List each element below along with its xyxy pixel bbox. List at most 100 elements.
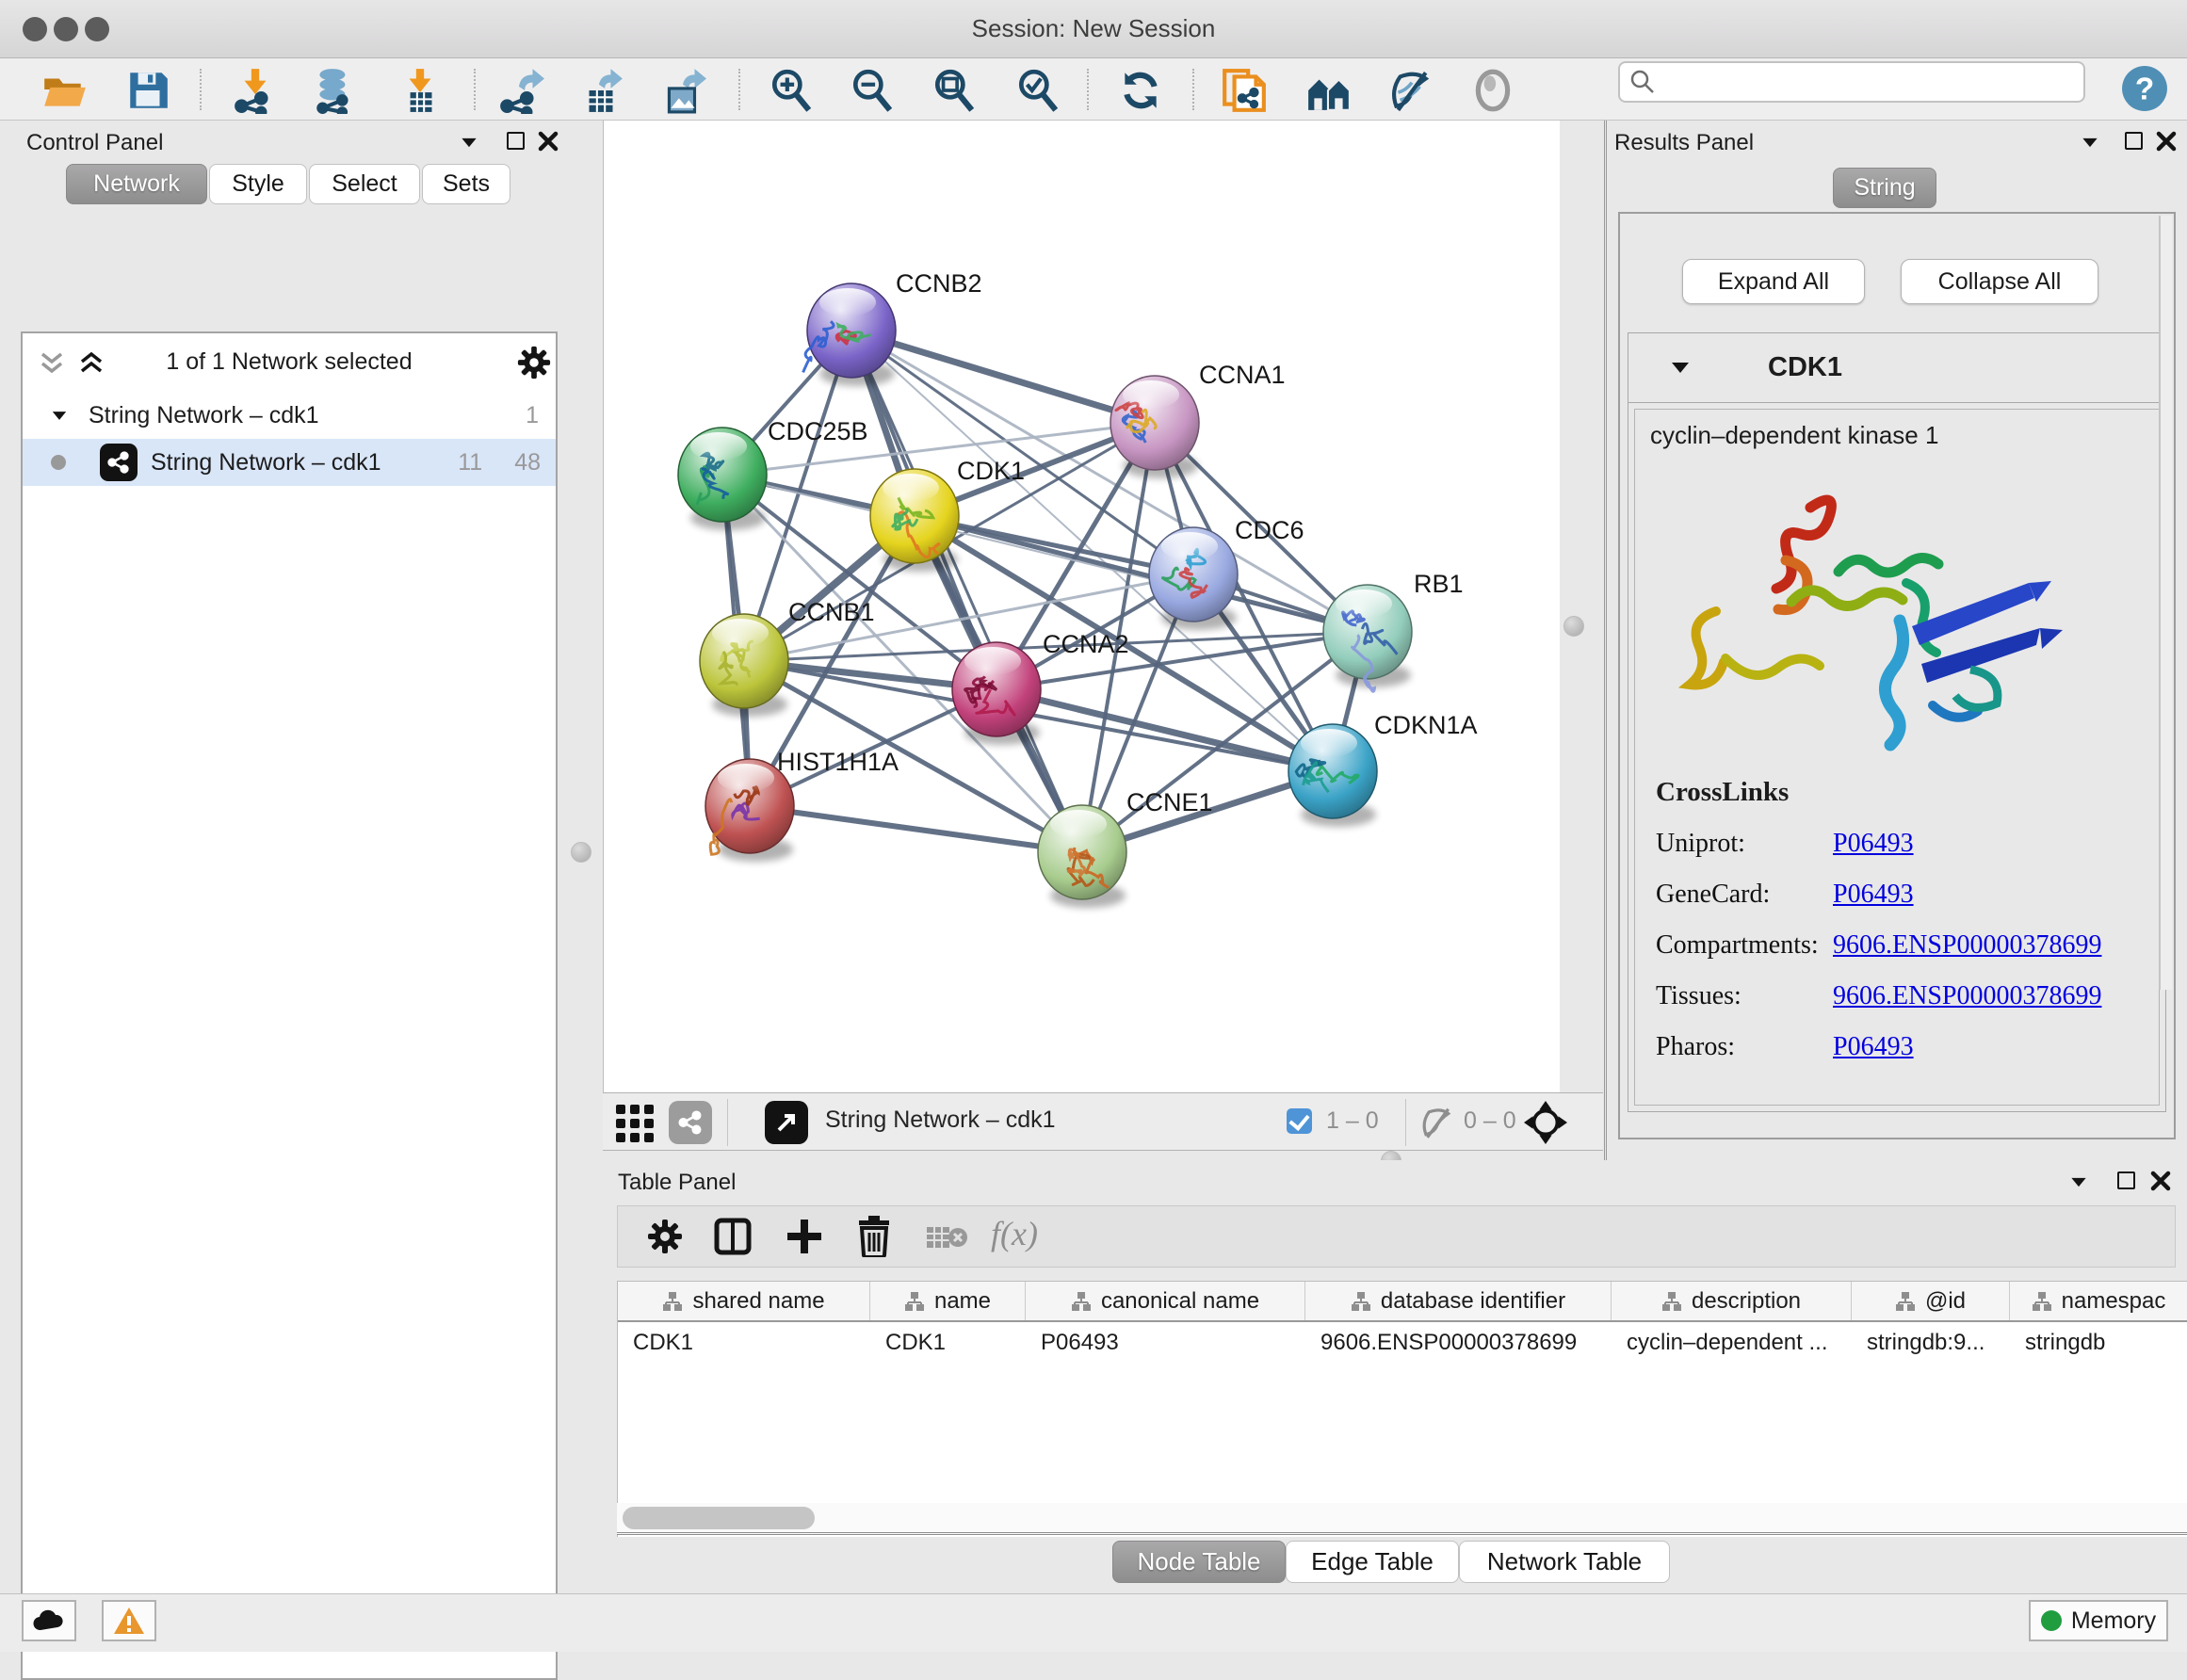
tab-node-table[interactable]: Node Table [1112,1541,1286,1583]
pharos-link[interactable]: P06493 [1833,1032,1914,1062]
tab-select[interactable]: Select [309,164,420,204]
import-network-database-icon[interactable] [311,67,358,114]
refresh-icon[interactable] [1117,67,1164,114]
detach-view-icon[interactable] [765,1101,808,1144]
zoom-in-icon[interactable] [768,67,815,114]
cdk1-section-header[interactable]: CDK1 [1628,333,2165,403]
network-node[interactable]: CDC6 [1149,516,1304,630]
open-session-icon[interactable] [40,67,88,114]
column-header[interactable]: database identifier [1305,1282,1612,1320]
import-table-file-icon[interactable] [397,67,444,114]
clone-network-icon[interactable] [1221,67,1268,114]
function-builder-button[interactable]: f(x) [991,1214,1038,1253]
scrollbar-thumb[interactable] [623,1507,815,1529]
network-node[interactable]: CCNE1 [1038,788,1213,908]
uniprot-link[interactable]: P06493 [1833,829,1914,859]
panel-collapse-icon[interactable] [2071,1178,2085,1187]
zoom-out-icon[interactable] [849,67,896,114]
tab-network-table[interactable]: Network Table [1459,1541,1670,1583]
network-node[interactable]: HIST1H1A [705,748,899,862]
panel-collapse-icon[interactable] [462,138,476,147]
table-cell[interactable]: CDK1 [618,1322,870,1364]
birds-eye-view-icon[interactable] [1524,1101,1567,1144]
table-cell[interactable]: cyclin–dependent ... [1612,1322,1852,1364]
network-collection-row[interactable]: String Network – cdk1 1 [23,392,556,439]
table-cell[interactable]: CDK1 [870,1322,1026,1364]
tree-expand-icon[interactable] [53,412,66,420]
preview-eye-icon[interactable] [1469,67,1516,114]
export-image-icon[interactable] [659,67,706,114]
zoom-selected-icon[interactable] [1014,67,1061,114]
panel-close-icon[interactable] [537,130,559,153]
column-header[interactable]: name [870,1282,1026,1320]
selected-count-checkbox-icon[interactable] [1287,1108,1312,1134]
section-collapse-icon[interactable] [1672,363,1689,373]
tab-network[interactable]: Network [66,164,207,204]
network-edge[interactable] [851,331,1155,423]
network-node[interactable]: RB1 [1323,570,1464,691]
tab-string[interactable]: String [1833,168,1936,208]
add-column-icon[interactable] [786,1218,823,1255]
network-type-share-icon[interactable] [669,1101,712,1144]
string-network-graph[interactable]: CCNB2CCNA1CDC25BCDK1CDC6RB1CCNB1CCNA2CDK… [604,121,1561,1092]
compartments-link[interactable]: 9606.ENSP00000378699 [1833,930,2101,961]
grid-view-icon[interactable] [614,1103,656,1144]
export-network-icon[interactable] [497,67,544,114]
node-table[interactable]: shared namenamecanonical namedatabase id… [617,1281,2187,1537]
cloud-status-button[interactable] [22,1600,76,1641]
results-scrollbar[interactable] [2159,216,2172,990]
network-node[interactable]: CCNA1 [1110,361,1286,478]
column-header[interactable]: shared name [618,1282,870,1320]
show-all-panels-icon[interactable] [1305,67,1353,114]
table-horizontal-scrollbar[interactable] [617,1503,2187,1535]
show-columns-icon[interactable] [714,1218,752,1255]
table-cell[interactable]: stringdb:9... [1852,1322,2010,1364]
column-header[interactable]: @id [1852,1282,2010,1320]
right-splitter-handle[interactable] [1563,616,1584,637]
column-type-sitemap-icon [1071,1291,1092,1312]
table-cell[interactable]: stringdb [2010,1322,2187,1364]
toolbar-separator [1405,1099,1406,1146]
hide-panels-icon[interactable] [1386,67,1434,114]
network-row-selected[interactable]: String Network – cdk1 11 48 [23,439,556,486]
memory-button[interactable]: Memory [2029,1600,2168,1641]
genecard-link[interactable]: P06493 [1833,880,1914,910]
help-icon[interactable]: ? [2121,65,2168,112]
column-header[interactable]: description [1612,1282,1852,1320]
expand-all-button[interactable]: Expand All [1682,259,1865,304]
column-header[interactable]: namespac [2010,1282,2187,1320]
network-node[interactable]: CDK1 [870,457,1025,572]
save-session-icon[interactable] [124,67,171,114]
tab-sets[interactable]: Sets [422,164,510,204]
panel-close-icon[interactable] [2155,130,2178,153]
panel-float-icon[interactable] [507,132,525,150]
table-settings-gear-icon[interactable] [646,1218,684,1255]
panel-float-icon[interactable] [2117,1171,2135,1189]
tissues-link[interactable]: 9606.ENSP00000378699 [1833,981,2101,1011]
tab-style[interactable]: Style [209,164,307,204]
network-edge[interactable] [750,806,1082,852]
search-input[interactable] [1618,61,2085,103]
network-view-canvas[interactable]: CCNB2CCNA1CDC25BCDK1CDC6RB1CCNB1CCNA2CDK… [603,121,1560,1092]
panel-float-icon[interactable] [2125,132,2143,150]
tab-edge-table[interactable]: Edge Table [1286,1541,1459,1583]
table-cell[interactable]: 9606.ENSP00000378699 [1305,1322,1612,1364]
node-label: CCNB1 [788,598,875,626]
import-network-file-icon[interactable] [232,67,279,114]
delete-column-trash-icon[interactable] [855,1216,893,1257]
network-options-gear-icon[interactable] [516,345,552,380]
zoom-fit-icon[interactable] [931,67,978,114]
warnings-button[interactable] [102,1600,156,1641]
network-node[interactable]: CDKN1A [1288,711,1478,827]
panel-collapse-icon[interactable] [2082,138,2097,147]
collapse-all-button[interactable]: Collapse All [1901,259,2098,304]
export-table-icon[interactable] [577,67,624,114]
panel-close-icon[interactable] [2149,1170,2172,1192]
table-cell[interactable]: P06493 [1026,1322,1305,1364]
node-label: CCNE1 [1126,788,1213,816]
left-splitter-handle[interactable] [571,842,591,863]
table-row[interactable]: CDK1CDK1P064939606.ENSP00000378699cyclin… [618,1322,2187,1364]
column-type-sitemap-icon [1895,1291,1916,1312]
column-header[interactable]: canonical name [1026,1282,1305,1320]
node-label: CCNA2 [1043,630,1129,658]
